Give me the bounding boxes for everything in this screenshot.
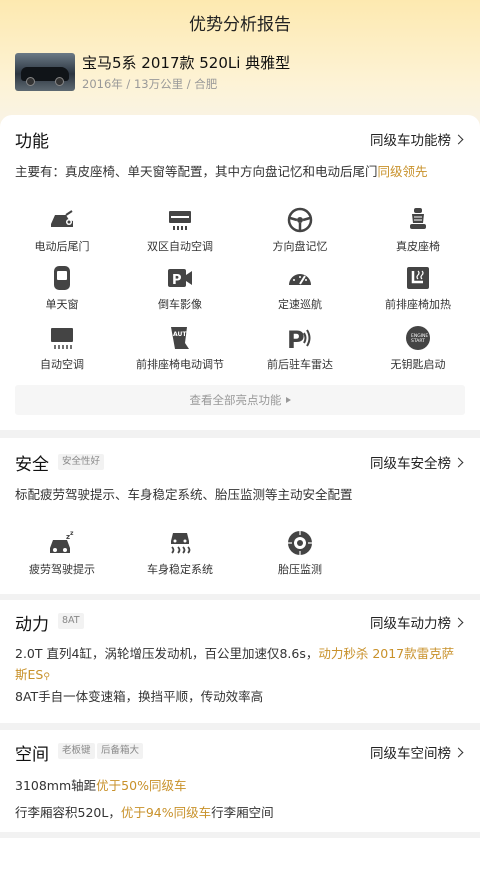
power-seat-icon: AUTO [167,325,193,351]
stability-control-icon [167,530,193,556]
space-tag: 后备箱大 [97,743,144,759]
feature-item[interactable]: 单天窗 [2,265,122,312]
feature-item[interactable]: 方向盘记忆 [240,207,360,254]
dual-zone-ac-icon [167,207,193,233]
feature-item[interactable]: 真皮座椅 [358,207,478,254]
feature-item[interactable]: 电动后尾门 [2,207,122,254]
feature-item[interactable]: P 倒车影像 [120,265,240,312]
reverse-camera-icon: P [167,265,193,291]
svg-text:P: P [172,273,182,288]
safety-card: 安全 安全性好 同级车安全榜 标配疲劳驾驶提示、车身稳定系统、胎压监测等主动安全… [0,438,480,594]
safety-item[interactable]: 车身稳定系统 [120,530,240,577]
feature-item[interactable]: P 前后驻车雷达 [240,325,360,372]
steering-wheel-icon [287,207,313,233]
keyless-start-icon: ENGINE START [405,325,431,351]
fatigue-warning-icon: zz [49,530,75,556]
search-icon: ⚲ [43,672,50,682]
trunk-desc: 行李厢容积520L，优于94%同级车行李厢空间 [15,805,274,820]
page-title: 优势分析报告 [189,15,291,35]
safety-desc: 标配疲劳驾驶提示、车身稳定系统、胎压监测等主动安全配置 [15,487,353,502]
power-rank-link[interactable]: 同级车动力榜 [370,612,462,632]
power-title: 动力 [15,615,49,635]
power-card: 动力 8AT 同级车动力榜 2.0T 直列4缸，涡轮增压发动机，百公里加速仅8.… [0,600,480,723]
svg-text:START: START [411,338,425,344]
safety-item[interactable]: zz 疲劳驾驶提示 [2,530,122,577]
tire-pressure-icon [287,530,313,556]
car-meta: 2016年 / 13万公里 / 合肥 [82,77,218,91]
power-tag: 8AT [58,613,84,629]
next-card [0,838,480,881]
wheelbase-desc: 3108mm轴距优于50%同级车 [15,778,187,793]
svg-text:P: P [287,326,305,351]
feature-item[interactable]: 自动空调 [2,325,122,372]
feature-item[interactable]: ENGINE START 无钥匙启动 [358,325,478,372]
space-tag: 老板键 [58,743,95,759]
cruise-control-icon [287,265,313,291]
feature-item[interactable]: 前排座椅加热 [358,265,478,312]
space-rank-link[interactable]: 同级车空间榜 [370,742,462,762]
car-thumbnail [15,53,75,91]
features-rank-link[interactable]: 同级车功能榜 [370,129,462,149]
feature-item[interactable]: AUTO 前排座椅电动调节 [120,325,240,372]
sunroof-icon [49,265,75,291]
leather-seat-icon [405,207,431,233]
auto-ac-icon [49,325,75,351]
seat-heating-icon [405,265,431,291]
power-desc: 2.0T 直列4缸，涡轮增压发动机，百公里加速仅8.6s，动力秒杀 2017款雷… [15,646,455,682]
safety-rank-link[interactable]: 同级车安全榜 [370,452,462,472]
safety-tag: 安全性好 [58,454,105,470]
feature-item[interactable]: 定速巡航 [240,265,360,312]
safety-title: 安全 [15,455,49,475]
svg-text:AUTO: AUTO [173,331,192,338]
view-all-features-button[interactable]: 查看全部亮点功能 [15,385,465,415]
safety-item[interactable]: 胎压监测 [240,530,360,577]
transmission-desc: 8AT手自一体变速箱，换挡平顺，传动效率高 [15,689,264,704]
feature-item[interactable]: 双区自动空调 [120,207,240,254]
space-title: 空间 [15,745,49,765]
svg-text:z: z [70,530,74,537]
features-title: 功能 [15,132,49,152]
car-name: 宝马5系 2017款 520Li 典雅型 [82,54,291,72]
space-card: 空间 老板键 后备箱大 同级车空间榜 3108mm轴距优于50%同级车 行李厢容… [0,730,480,832]
car-summary[interactable]: 宝马5系 2017款 520Li 典雅型 2016年 / 13万公里 / 合肥 [15,50,465,95]
parking-radar-icon: P [287,325,313,351]
features-desc: 主要有：真皮座椅、单天窗等配置，其中方向盘记忆和电动后尾门同级领先 [15,164,428,179]
features-card: 功能 同级车功能榜 主要有：真皮座椅、单天窗等配置，其中方向盘记忆和电动后尾门同… [0,115,480,430]
tailgate-icon [49,207,75,233]
